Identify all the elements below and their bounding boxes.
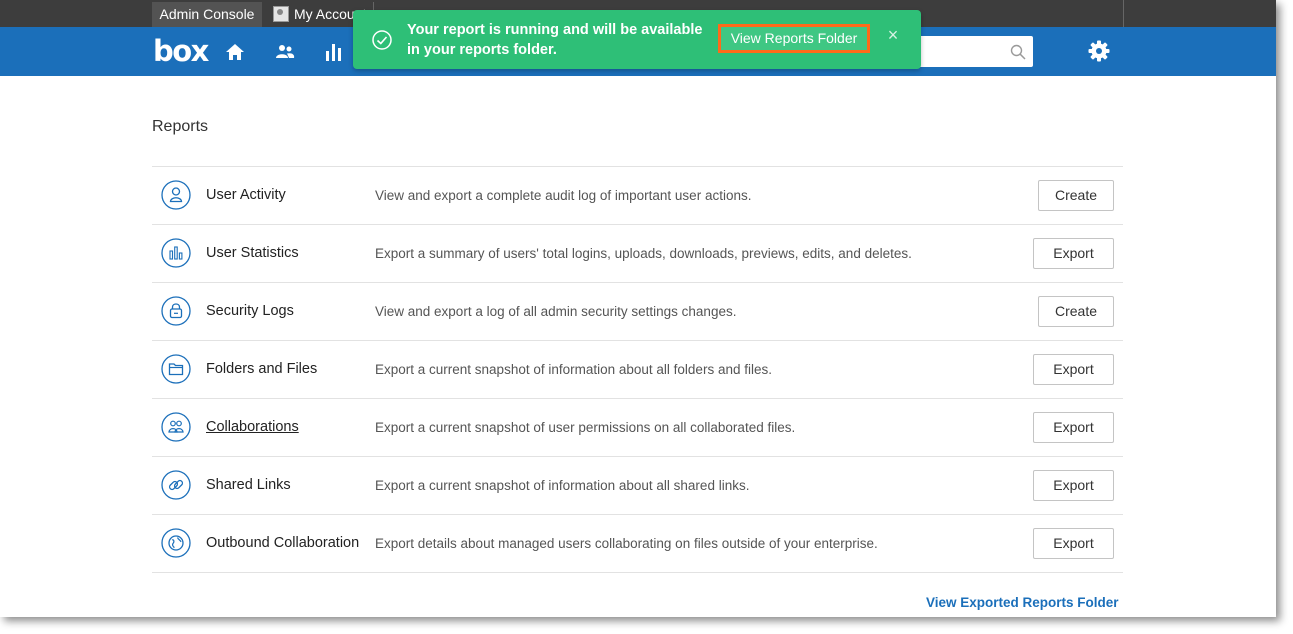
globe-icon: [161, 528, 191, 558]
report-row-shared-links: Shared Links Export a current snapshot o…: [152, 456, 1123, 514]
report-row-security-logs: Security Logs View and export a log of a…: [152, 282, 1123, 340]
app-window: Admin Console My Account box Search Your…: [0, 0, 1276, 617]
view-reports-folder-button[interactable]: View Reports Folder: [718, 24, 870, 53]
report-description: View and export a complete audit log of …: [375, 188, 752, 203]
report-row-user-activity: User Activity View and export a complete…: [152, 166, 1123, 224]
toast-message: Your report is running and will be avail…: [407, 22, 703, 58]
report-name[interactable]: Outbound Collaboration: [206, 535, 359, 551]
folder-icon: [161, 354, 191, 384]
check-circle-icon: [372, 30, 392, 50]
lock-icon: [161, 296, 191, 326]
view-exported-reports-folder-link[interactable]: View Exported Reports Folder: [926, 595, 1119, 610]
report-row-user-statistics: User Statistics Export a summary of user…: [152, 224, 1123, 282]
users-icon[interactable]: [273, 40, 297, 64]
report-description: Export a current snapshot of information…: [375, 362, 772, 377]
export-button[interactable]: Export: [1033, 470, 1114, 501]
report-description: View and export a log of all admin secur…: [375, 304, 737, 319]
bar-chart-icon: [161, 238, 191, 268]
home-icon[interactable]: [223, 40, 247, 64]
reports-icon[interactable]: [322, 40, 346, 64]
account-icon: [273, 6, 289, 22]
tab-admin-console[interactable]: Admin Console: [152, 2, 262, 27]
report-name[interactable]: Shared Links: [206, 477, 291, 493]
gear-icon[interactable]: [1087, 39, 1111, 63]
collaborators-icon: [161, 412, 191, 442]
create-button[interactable]: Create: [1038, 180, 1114, 211]
report-name[interactable]: Collaborations: [206, 419, 299, 435]
report-row-collaborations: Collaborations Export a current snapshot…: [152, 398, 1123, 456]
report-description: Export a current snapshot of user permis…: [375, 420, 796, 435]
user-icon: [161, 180, 191, 210]
reports-table: User Activity View and export a complete…: [152, 166, 1123, 573]
report-row-outbound-collaboration: Outbound Collaboration Export details ab…: [152, 514, 1123, 573]
report-description: Export a current snapshot of information…: [375, 478, 750, 493]
report-row-folders-and-files: Folders and Files Export a current snaps…: [152, 340, 1123, 398]
page-title: Reports: [152, 118, 209, 135]
report-name[interactable]: User Activity: [206, 187, 286, 203]
export-button[interactable]: Export: [1033, 354, 1114, 385]
search-icon[interactable]: [1009, 43, 1027, 61]
report-name[interactable]: User Statistics: [206, 245, 299, 261]
create-button[interactable]: Create: [1038, 296, 1114, 327]
toast-close-icon[interactable]: ×: [885, 26, 901, 44]
tab-divider: [1123, 0, 1124, 27]
report-description: Export a summary of users' total logins,…: [375, 246, 912, 261]
box-logo[interactable]: box: [153, 34, 209, 68]
link-icon: [161, 470, 191, 500]
export-button[interactable]: Export: [1033, 528, 1114, 559]
report-name[interactable]: Folders and Files: [206, 361, 317, 377]
report-description: Export details about managed users colla…: [375, 536, 878, 551]
export-button[interactable]: Export: [1033, 412, 1114, 443]
success-toast: Your report is running and will be avail…: [353, 10, 921, 69]
report-name[interactable]: Security Logs: [206, 303, 294, 319]
export-button[interactable]: Export: [1033, 238, 1114, 269]
